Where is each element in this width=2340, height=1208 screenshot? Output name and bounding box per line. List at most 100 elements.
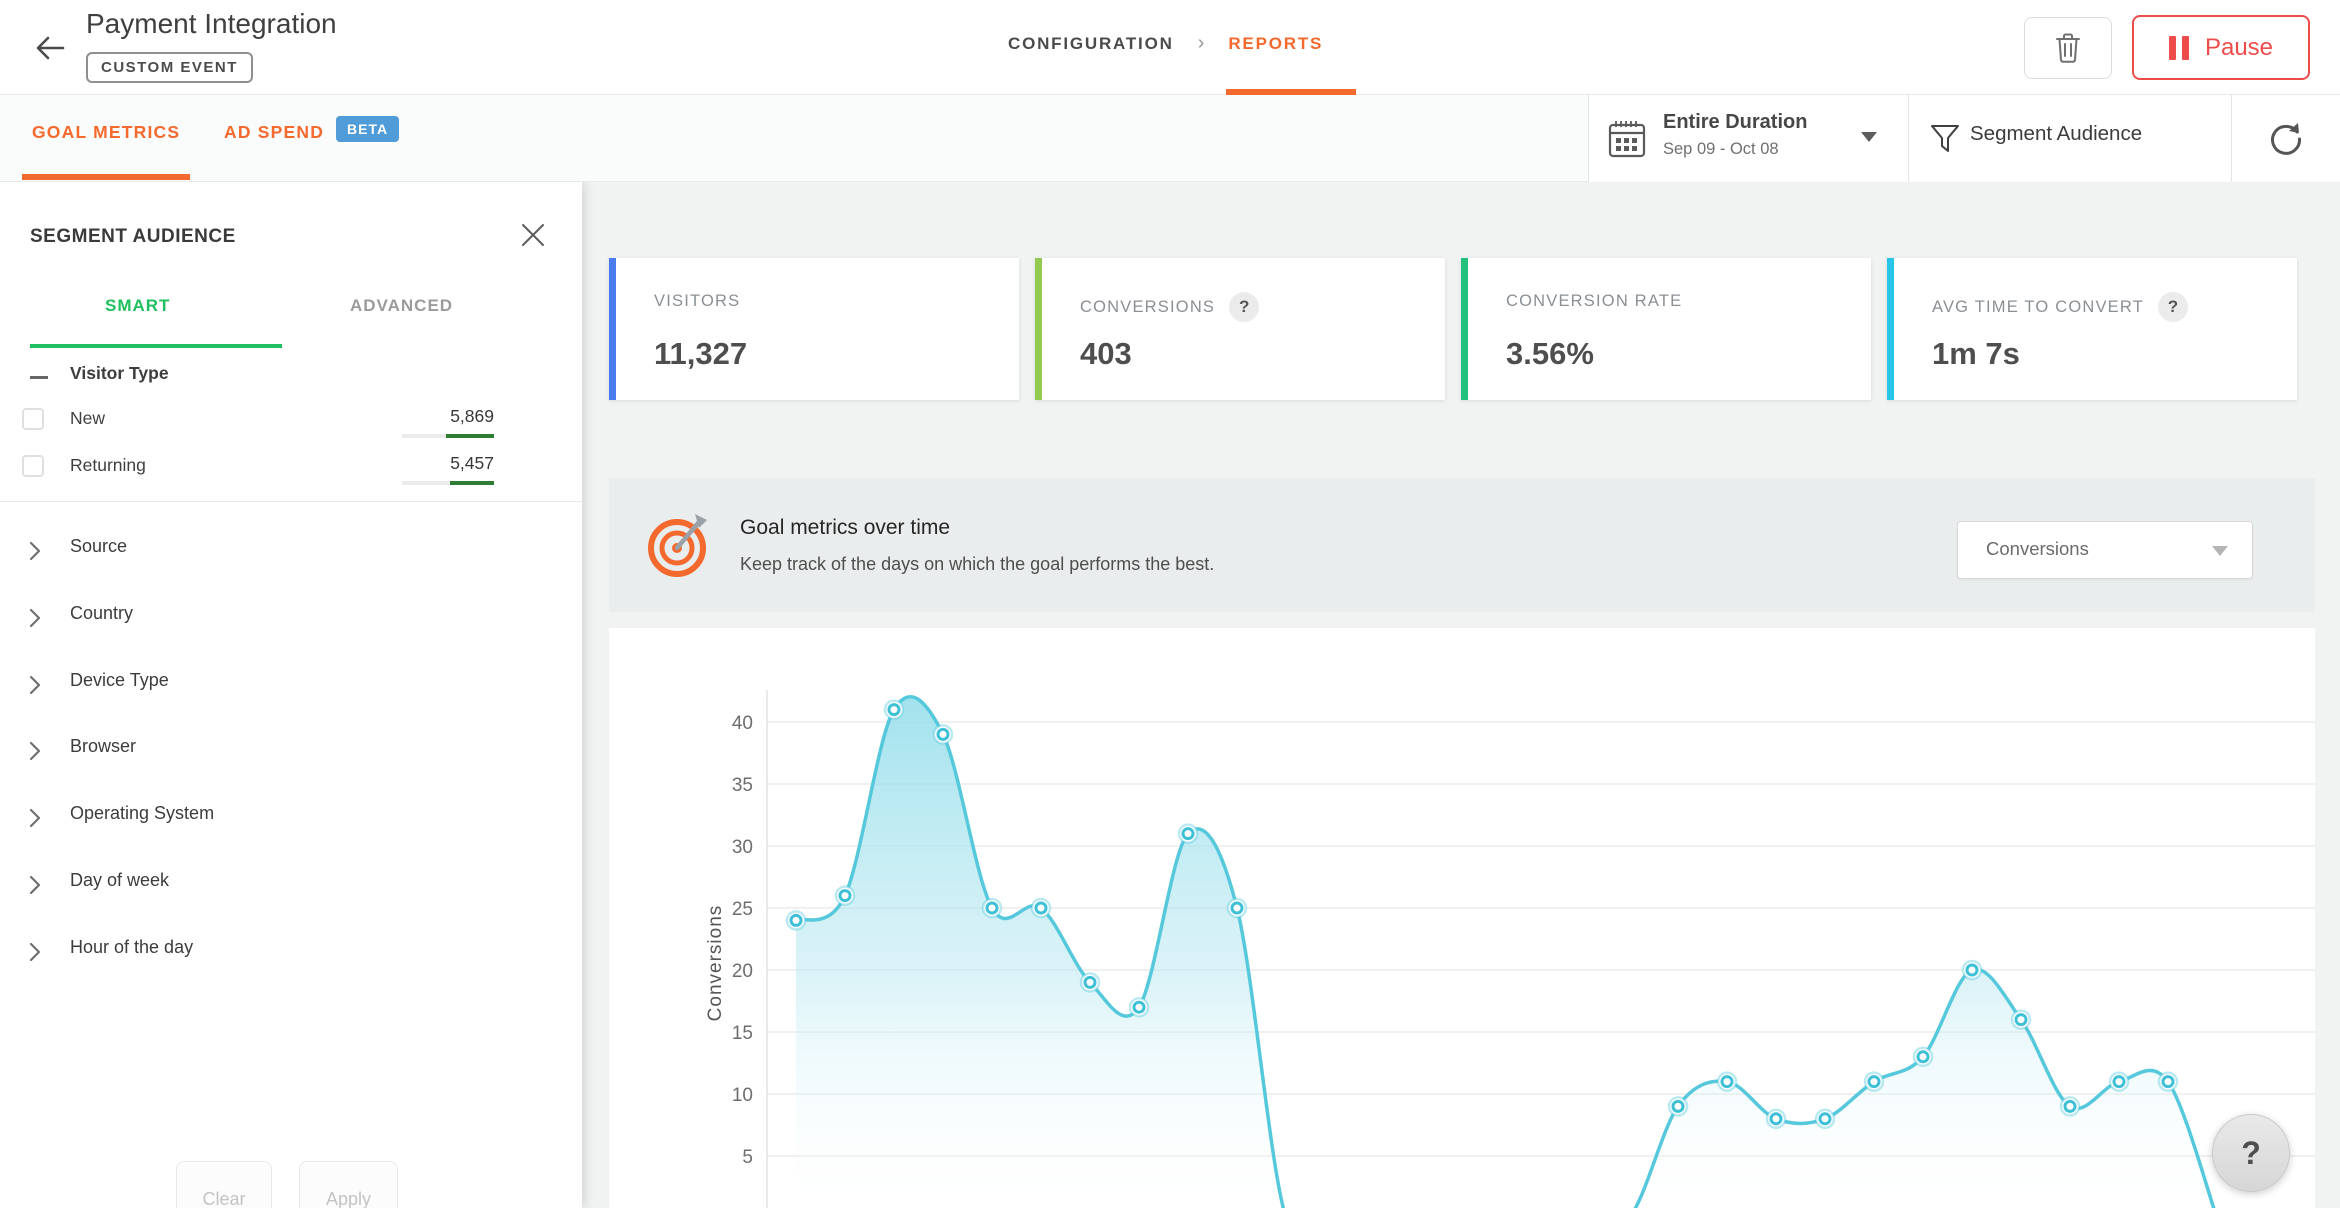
caret-down-icon: [2212, 546, 2228, 556]
help-icon[interactable]: ?: [1229, 292, 1259, 322]
target-goal-icon: [647, 510, 713, 578]
chevron-right-icon: [28, 941, 42, 963]
metric-label: CONVERSIONS: [1080, 298, 1215, 317]
section-browser[interactable]: Browser: [0, 734, 582, 774]
beta-badge: BETA: [336, 116, 399, 142]
close-icon: [520, 222, 546, 248]
dropdown-selected-value: Conversions: [1986, 538, 2089, 560]
filter-funnel-icon: [1930, 124, 1960, 154]
metric-card-conversion-rate: CONVERSION RATE 3.56%: [1461, 258, 1871, 400]
svg-text:15: 15: [732, 1023, 753, 1044]
close-panel-button[interactable]: [520, 222, 548, 250]
chevron-right-icon: [28, 607, 42, 629]
checkbox-returning[interactable]: [22, 455, 44, 477]
back-button[interactable]: [30, 28, 70, 68]
refresh-button[interactable]: [2231, 95, 2340, 182]
panel-title: SEGMENT AUDIENCE: [30, 226, 236, 248]
tab-ad-spend[interactable]: AD SPEND: [224, 122, 324, 143]
segment-audience-label: Segment Audience: [1970, 122, 2142, 146]
section-source[interactable]: Source: [0, 534, 582, 574]
segment-audience-panel: SEGMENT AUDIENCE SMART ADVANCED Visitor …: [0, 182, 582, 1208]
visitor-option-new: New 5,869: [0, 406, 582, 446]
refresh-icon: [2267, 120, 2305, 158]
pause-button[interactable]: Pause: [2132, 15, 2310, 80]
section-country[interactable]: Country: [0, 601, 582, 641]
section-label: Device Type: [70, 670, 169, 691]
tab-smart[interactable]: SMART: [105, 296, 170, 316]
breadcrumb-reports[interactable]: REPORTS: [1228, 34, 1323, 54]
divider: [0, 501, 582, 502]
metric-card-avg-time-to-convert: AVG TIME TO CONVERT ? 1m 7s: [1887, 258, 2297, 400]
conversions-area-chart[interactable]: 510152025303540Conversions: [609, 628, 2315, 1208]
metric-value: 11,327: [654, 336, 747, 372]
calendar-icon: [1607, 118, 1647, 160]
chart-axis-labels: 510152025303540Conversions: [705, 713, 753, 1168]
metric-card-conversions: CONVERSIONS ? 403: [1035, 258, 1445, 400]
delete-button[interactable]: [2024, 17, 2112, 79]
clear-button[interactable]: Clear: [176, 1161, 272, 1208]
svg-text:35: 35: [732, 775, 753, 796]
goal-metrics-chart-card: 510152025303540Conversions: [609, 628, 2315, 1208]
trash-icon: [2054, 32, 2082, 64]
chevron-right-icon: [28, 807, 42, 829]
help-icon[interactable]: ?: [2158, 292, 2188, 322]
toolbar-right-controls: Entire Duration Sep 09 - Oct 08 Segment …: [1588, 95, 2340, 182]
option-value: 5,869: [360, 406, 494, 427]
goal-metrics-banner: Goal metrics over time Keep track of the…: [609, 478, 2315, 612]
section-device-type[interactable]: Device Type: [0, 668, 582, 708]
smart-active-underline: [30, 344, 282, 348]
date-range-value: Sep 09 - Oct 08: [1663, 140, 1779, 159]
breadcrumb-configuration[interactable]: CONFIGURATION: [1008, 34, 1174, 54]
panel-footer: Clear Apply: [0, 1133, 582, 1208]
goal-metrics-active-underline: [22, 174, 190, 180]
metric-label: VISITORS: [654, 292, 740, 311]
pause-icon: [2169, 36, 2189, 60]
visitor-option-returning: Returning 5,457: [0, 453, 582, 493]
chevron-right-icon: ›: [1198, 32, 1205, 55]
option-bar: [402, 481, 494, 485]
tab-goal-metrics[interactable]: GOAL METRICS: [32, 122, 180, 143]
goal-banner-title: Goal metrics over time: [740, 516, 950, 540]
section-label: Day of week: [70, 870, 169, 891]
metric-value: 403: [1080, 336, 1132, 372]
checkbox-new[interactable]: [22, 408, 44, 430]
tab-advanced[interactable]: ADVANCED: [350, 296, 453, 316]
apply-button[interactable]: Apply: [299, 1161, 398, 1208]
reports-active-underline: [1226, 89, 1356, 95]
option-value: 5,457: [360, 453, 494, 474]
svg-text:20: 20: [732, 961, 753, 982]
breadcrumb: CONFIGURATION › REPORTS: [1008, 32, 1323, 55]
section-operating-system[interactable]: Operating System: [0, 801, 582, 841]
segment-audience-button[interactable]: Segment Audience: [1908, 95, 2231, 182]
metric-value: 3.56%: [1506, 336, 1594, 372]
page-title: Payment Integration: [86, 8, 337, 40]
option-label: New: [70, 408, 105, 429]
section-visitor-type[interactable]: Visitor Type: [0, 360, 582, 396]
section-day-of-week[interactable]: Day of week: [0, 868, 582, 908]
chevron-right-icon: [28, 874, 42, 896]
back-arrow-icon: [30, 28, 70, 68]
collapse-minus-icon: [30, 376, 48, 379]
section-label: Country: [70, 603, 133, 624]
svg-text:10: 10: [732, 1085, 753, 1106]
metric-label: CONVERSION RATE: [1506, 292, 1682, 311]
date-range-picker[interactable]: Entire Duration Sep 09 - Oct 08: [1589, 95, 1908, 182]
metric-label: AVG TIME TO CONVERT: [1932, 298, 2144, 317]
section-hour-of-the-day[interactable]: Hour of the day: [0, 935, 582, 975]
section-label: Visitor Type: [70, 363, 169, 384]
metric-value: 1m 7s: [1932, 336, 2020, 372]
help-button[interactable]: ?: [2212, 1114, 2290, 1192]
section-label: Operating System: [70, 803, 214, 824]
option-bar: [402, 434, 494, 438]
section-label: Browser: [70, 736, 136, 757]
section-label: Source: [70, 536, 127, 557]
svg-text:Conversions: Conversions: [705, 905, 726, 1022]
section-label: Hour of the day: [70, 937, 193, 958]
pause-button-label: Pause: [2205, 34, 2273, 62]
chevron-right-icon: [28, 674, 42, 696]
metric-select-dropdown[interactable]: Conversions: [1957, 521, 2253, 579]
chevron-right-icon: [28, 540, 42, 562]
svg-text:5: 5: [742, 1147, 753, 1168]
metric-card-visitors: VISITORS 11,327: [609, 258, 1019, 400]
svg-text:30: 30: [732, 837, 753, 858]
